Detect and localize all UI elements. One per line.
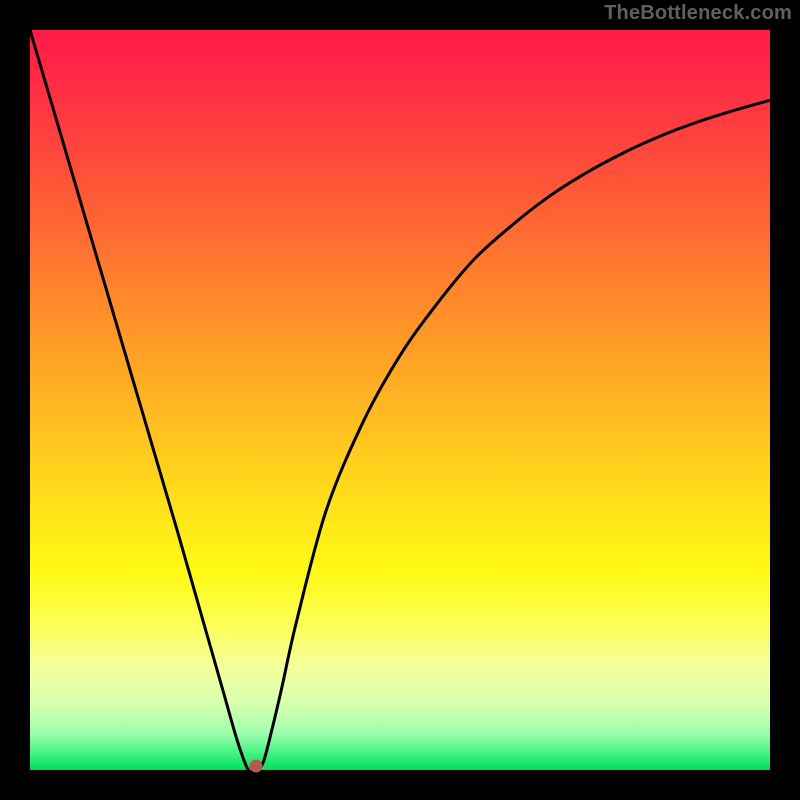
watermark-text: TheBottleneck.com — [604, 2, 792, 25]
minimum-marker-icon — [249, 760, 262, 773]
bottleneck-curve — [30, 30, 770, 770]
plot-area — [30, 30, 770, 770]
chart-frame: TheBottleneck.com — [0, 0, 800, 800]
curve-svg — [30, 30, 770, 770]
